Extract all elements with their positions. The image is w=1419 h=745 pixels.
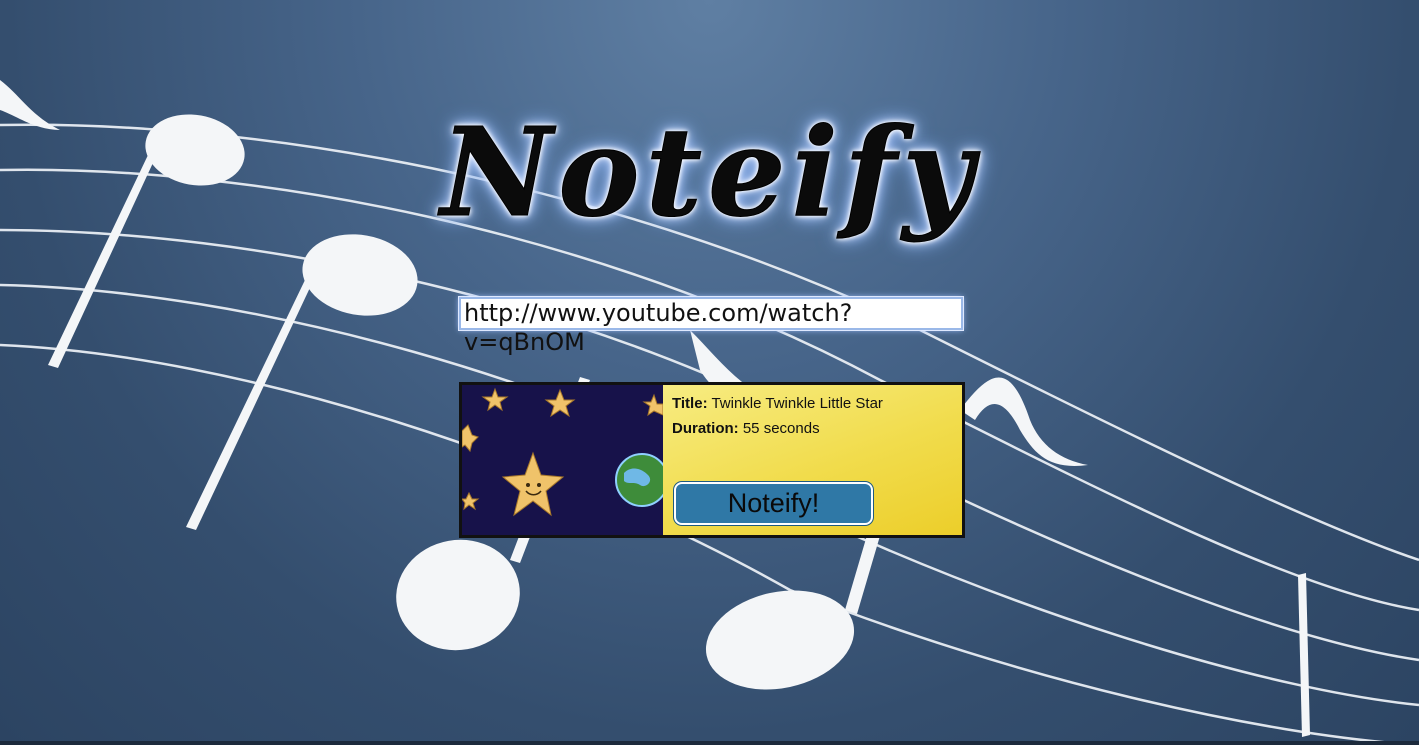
video-duration: 55 seconds — [742, 420, 820, 437]
video-duration-row: Duration: 55 seconds — [672, 420, 962, 437]
noteify-button[interactable]: Noteify! — [674, 482, 873, 525]
video-info-panel: Title: Twinkle Twinkle Little Star Durat… — [663, 385, 962, 535]
logo-text: Noteify — [440, 100, 980, 245]
title-label: Title: — [672, 395, 708, 412]
duration-label: Duration: — [672, 420, 739, 437]
video-title: Twinkle Twinkle Little Star — [711, 395, 883, 412]
noteify-logo: Noteify — [440, 100, 980, 280]
youtube-url-input[interactable]: http://www.youtube.com/watch?v=qBnOM — [458, 296, 964, 356]
video-result-card: Title: Twinkle Twinkle Little Star Durat… — [459, 382, 965, 538]
bottom-bar — [0, 741, 1419, 745]
video-thumbnail — [462, 385, 663, 535]
video-title-row: Title: Twinkle Twinkle Little Star — [672, 395, 962, 412]
